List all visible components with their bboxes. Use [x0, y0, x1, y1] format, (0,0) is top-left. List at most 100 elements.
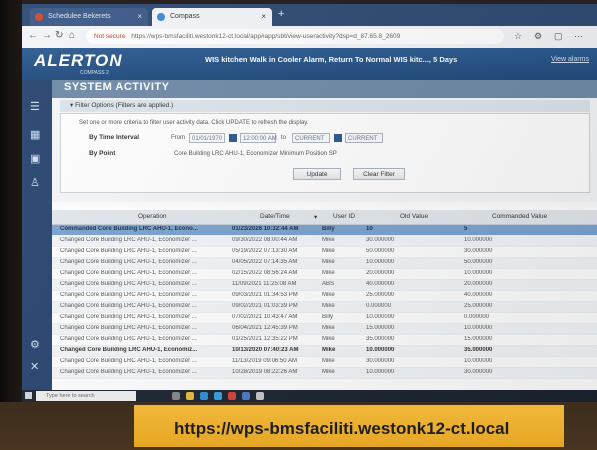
alerton-logo: ALERTON: [34, 51, 123, 70]
new-tab-button[interactable]: +: [278, 8, 284, 20]
table-row[interactable]: Changed Core Building LRC AHU-1, Economi…: [52, 247, 597, 258]
table-row[interactable]: Changed Core Building LRC AHU-1, Economi…: [52, 346, 597, 357]
column-header-userid[interactable]: User ID: [333, 213, 355, 220]
table-cell-user: ABS: [322, 281, 335, 287]
table-cell-old: 35.000000: [366, 336, 395, 342]
monitor-screen: Schedulee Bekerets × Compass × + ← → ↻ ⌂…: [22, 4, 597, 402]
table-cell-user: Mike: [322, 336, 335, 342]
close-icon[interactable]: ×: [261, 8, 266, 26]
table-row[interactable]: Changed Core Building LRC AHU-1, Economi…: [52, 236, 597, 247]
tab-label: Schedulee Bekerets: [48, 13, 111, 20]
page-title: SYSTEM ACTIVITY: [64, 81, 170, 93]
app-icon[interactable]: [256, 392, 264, 400]
windows-taskbar: Type here to search: [22, 390, 597, 402]
table-row[interactable]: Changed Core Building LRC AHU-1, Economi…: [52, 357, 597, 368]
forward-icon[interactable]: →: [42, 30, 52, 41]
table-row[interactable]: Changed Core Building LRC AHU-1, Economi…: [52, 335, 597, 346]
table-cell-op: Changed Core Building LRC AHU-1, Economi…: [60, 314, 197, 320]
table-row[interactable]: Changed Core Building LRC AHU-1, Economi…: [52, 291, 597, 302]
table-cell-old: 15.000000: [366, 325, 395, 331]
extensions-icon[interactable]: ⚙: [534, 31, 542, 42]
table-cell-old: 25.000000: [366, 292, 395, 298]
browser-tab-bar: Schedulee Bekerets × Compass × +: [22, 4, 597, 26]
update-button[interactable]: Update: [293, 168, 341, 180]
to-date-input[interactable]: CURRENT: [292, 133, 330, 143]
table-row[interactable]: Changed Core Building LRC AHU-1, Economi…: [52, 313, 597, 324]
to-label: to: [281, 135, 287, 141]
filter-instructions: Set one or more criteria to filter user …: [79, 120, 309, 126]
table-cell-old: 10.000000: [366, 347, 395, 353]
table-cell-cmd: 10.000000: [464, 237, 493, 243]
reload-icon[interactable]: ↻: [55, 30, 63, 41]
to-time-input[interactable]: CURRENT: [345, 133, 383, 143]
star-icon[interactable]: ☆: [514, 31, 522, 42]
table-cell-dt: 09/02/2021 01:03:39 PM: [232, 303, 298, 309]
app-icon[interactable]: [242, 392, 250, 400]
column-header-commanded-value[interactable]: Commanded Value: [492, 213, 547, 220]
devices-icon[interactable]: ▣: [30, 152, 40, 165]
table-row[interactable]: Changed Core Building LRC AHU-1, Economi…: [52, 368, 597, 379]
table-header: Operation Date/Time ▾ User ID Old Value …: [52, 210, 597, 225]
not-secure-badge[interactable]: Not secure: [94, 33, 125, 40]
file-explorer-icon[interactable]: [186, 392, 194, 400]
chrome-icon[interactable]: [228, 392, 236, 400]
hierarchy-icon[interactable]: ♙: [30, 176, 40, 189]
home-icon[interactable]: ⌂: [69, 30, 75, 41]
table-cell-dt: 11/13/2019 09:06:50 AM: [232, 358, 297, 364]
sort-desc-icon[interactable]: ▾: [314, 213, 317, 221]
view-alarms-link[interactable]: View alarms: [551, 56, 589, 63]
table-row[interactable]: Changed Core Building LRC AHU-1, Economi…: [52, 269, 597, 280]
table-cell-user: Billy: [322, 314, 334, 320]
column-header-operation[interactable]: Operation: [138, 213, 167, 220]
taskbar-search-input[interactable]: Type here to search: [36, 391, 136, 401]
by-time-label: By Time Interval: [89, 134, 140, 141]
table-row[interactable]: Changed Core Building LRC AHU-1, Economi…: [52, 302, 597, 313]
point-value[interactable]: Core Building LRC AHU-1, Economizer Mini…: [174, 151, 337, 157]
collapse-icon[interactable]: ✕: [30, 360, 39, 373]
caption-text: https://wps-bmsfaciliti.westonk12-ct.loc…: [174, 419, 510, 438]
table-row[interactable]: Changed Core Building LRC AHU-1, Economi…: [52, 324, 597, 335]
table-cell-old: 50.000000: [366, 248, 395, 254]
table-cell-dt: 11/09/2021 11:25:08 AM: [232, 281, 297, 287]
table-cell-user: Mike: [322, 369, 335, 375]
column-header-old-value[interactable]: Old Value: [400, 213, 428, 220]
from-label: From: [171, 135, 185, 141]
grid-icon[interactable]: ▦: [30, 128, 40, 141]
tab-schedule[interactable]: Schedulee Bekerets ×: [30, 8, 148, 26]
tab-compass[interactable]: Compass ×: [152, 8, 272, 26]
task-view-icon[interactable]: [172, 392, 180, 400]
calendar-icon[interactable]: [229, 134, 237, 142]
table-cell-cmd: 25.000000: [464, 303, 493, 309]
table-cell-op: Changed Core Building LRC AHU-1, Economi…: [60, 347, 198, 353]
clear-filter-button[interactable]: Clear Filter: [353, 168, 405, 180]
settings-gear-icon[interactable]: ⚙: [30, 338, 40, 351]
edge-icon[interactable]: [200, 392, 208, 400]
calendar-icon[interactable]: [334, 134, 342, 142]
from-time-input[interactable]: 12:00:00 AM: [240, 133, 277, 143]
collections-icon[interactable]: ▢: [554, 31, 563, 42]
table-cell-cmd: 30.000000: [464, 369, 493, 375]
photo-frame: Schedulee Bekerets × Compass × + ← → ↻ ⌂…: [0, 0, 597, 450]
table-cell-op: Changed Core Building LRC AHU-1, Economi…: [60, 292, 197, 298]
table-cell-cmd: 15.000000: [464, 336, 493, 342]
menu-icon[interactable]: ⋯: [574, 31, 583, 42]
table-cell-cmd: 20.000000: [464, 281, 493, 287]
close-icon[interactable]: ×: [137, 8, 142, 26]
table-row[interactable]: Commanded Core Building LRC AHU-1, Econo…: [52, 225, 597, 236]
table-cell-user: Mike: [322, 358, 335, 364]
from-date-input[interactable]: 01/01/1970: [189, 133, 225, 143]
alarm-banner[interactable]: WIS kitchen Walk in Cooler Alarm, Return…: [205, 55, 457, 64]
hamburger-menu-icon[interactable]: ☰: [30, 100, 40, 113]
table-cell-dt: 09/30/2022 08:00:44 AM: [232, 237, 298, 243]
windows-start-icon[interactable]: [25, 392, 32, 399]
back-icon[interactable]: ←: [28, 30, 38, 41]
table-body: Commanded Core Building LRC AHU-1, Econo…: [52, 225, 597, 390]
store-icon[interactable]: [214, 392, 222, 400]
url-field[interactable]: Not secure https://wps-bmsfaciliti.westo…: [86, 29, 504, 44]
table-row[interactable]: Changed Core Building LRC AHU-1, Economi…: [52, 258, 597, 269]
table-cell-user: Mike: [322, 259, 335, 265]
filter-options-toggle[interactable]: ▾ Filter Options (Filters are applied.): [60, 100, 590, 112]
table-cell-dt: 01/25/2021 12:35:22 PM: [232, 336, 298, 342]
column-header-datetime[interactable]: Date/Time: [260, 213, 290, 220]
table-row[interactable]: Changed Core Building LRC AHU-1, Economi…: [52, 280, 597, 291]
